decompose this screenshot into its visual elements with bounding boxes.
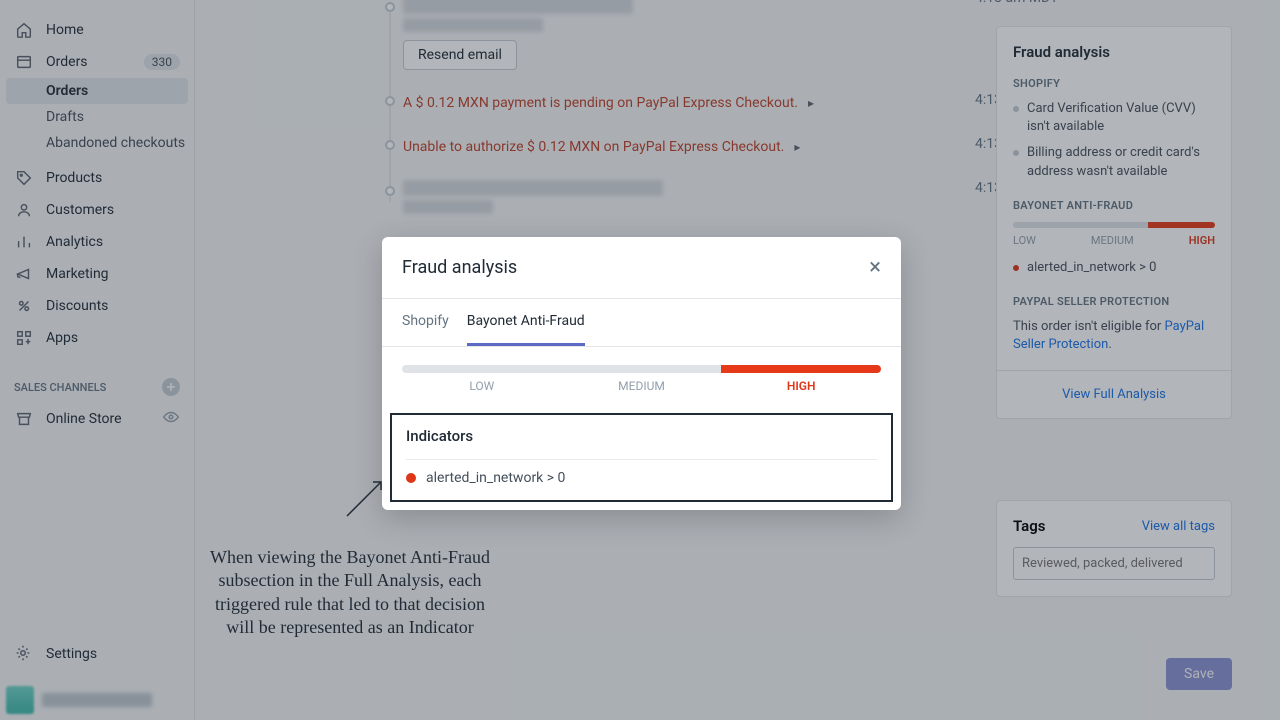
annotation-text: When viewing the Bayonet Anti-Fraud subs… <box>210 546 490 640</box>
close-icon[interactable]: × <box>869 255 881 280</box>
red-dot-icon <box>406 473 416 483</box>
tab-shopify[interactable]: Shopify <box>402 299 449 346</box>
annotation-arrow <box>345 478 385 518</box>
tab-bayonet[interactable]: Bayonet Anti-Fraud <box>467 299 585 346</box>
modal-title: Fraud analysis <box>402 257 517 278</box>
modal-tabs: Shopify Bayonet Anti-Fraud <box>382 299 901 347</box>
indicators-title: Indicators <box>406 427 877 445</box>
indicators-box: Indicators alerted_in_network > 0 <box>390 413 893 502</box>
modal-risk-bar <box>402 365 881 373</box>
modal-risk-labels: LOWMEDIUMHIGH <box>402 379 881 393</box>
indicator-row: alerted_in_network > 0 <box>406 459 877 496</box>
fraud-analysis-modal: Fraud analysis × Shopify Bayonet Anti-Fr… <box>382 237 901 510</box>
